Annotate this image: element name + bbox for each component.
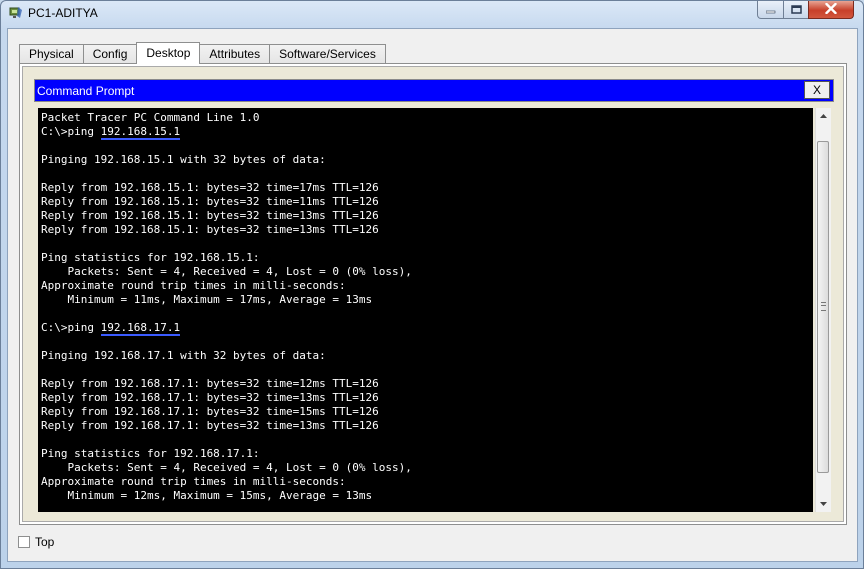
top-checkbox-label: Top	[35, 535, 55, 549]
console-line: Reply from 192.168.17.1: bytes=32 time=1…	[41, 419, 379, 432]
console-scrollbar[interactable]	[815, 108, 831, 512]
console-line: Reply from 192.168.17.1: bytes=32 time=1…	[41, 391, 379, 404]
scroll-down-icon[interactable]	[816, 496, 831, 512]
close-button[interactable]	[808, 1, 854, 19]
console-line: Pinging 192.168.17.1 with 32 bytes of da…	[41, 349, 326, 362]
command-prompt-title: Command Prompt	[37, 84, 135, 98]
console-line: Minimum = 11ms, Maximum = 17ms, Average …	[41, 293, 373, 306]
minimize-icon	[765, 4, 776, 16]
maximize-icon	[790, 4, 802, 16]
tab-physical[interactable]: Physical	[19, 44, 84, 64]
pinged-ip-address: 192.168.15.1	[100, 125, 181, 140]
scrollbar-thumb[interactable]	[817, 141, 829, 473]
console-line: Reply from 192.168.15.1: bytes=32 time=1…	[41, 181, 379, 194]
console-line: Reply from 192.168.15.1: bytes=32 time=1…	[41, 223, 379, 236]
prompt-prefix: C:\>ping	[41, 125, 101, 138]
top-option: Top	[18, 535, 54, 549]
pinged-ip-address: 192.168.17.1	[100, 321, 181, 336]
maximize-button[interactable]	[783, 1, 809, 19]
console-line: Reply from 192.168.15.1: bytes=32 time=1…	[41, 195, 379, 208]
console-line: C:\>ping 192.168.17.1	[41, 321, 412, 336]
title-bar[interactable]: PC1-ADITYA	[0, 0, 864, 28]
window-client-area: Physical Config Desktop Attributes Softw…	[7, 28, 858, 562]
tab-software-services[interactable]: Software/Services	[269, 44, 386, 64]
console-line: Approximate round trip times in milli-se…	[41, 475, 346, 488]
command-prompt-close-button[interactable]: X	[804, 81, 830, 99]
desktop-area: Command Prompt X Packet Tracer PC Comman…	[22, 66, 844, 522]
grip-icon	[821, 302, 826, 311]
command-prompt-title-bar: Command Prompt X	[34, 79, 834, 102]
console-line: Approximate round trip times in milli-se…	[41, 279, 346, 292]
tab-attributes[interactable]: Attributes	[199, 44, 271, 64]
console-output: Packet Tracer PC Command Line 1.0 C:\>pin…	[41, 111, 412, 503]
console-line: Packet Tracer PC Command Line 1.0	[41, 111, 260, 124]
minimize-button[interactable]	[757, 1, 784, 19]
packet-tracer-pc-icon	[9, 6, 23, 20]
command-console[interactable]: Packet Tracer PC Command Line 1.0 C:\>pin…	[38, 108, 813, 512]
console-line: Reply from 192.168.17.1: bytes=32 time=1…	[41, 377, 379, 390]
console-line: Packets: Sent = 4, Received = 4, Lost = …	[41, 265, 412, 278]
window-title: PC1-ADITYA	[28, 6, 98, 20]
console-line: C:\>ping 192.168.15.1	[41, 125, 412, 140]
console-line: Minimum = 12ms, Maximum = 15ms, Average …	[41, 489, 373, 502]
console-line: Ping statistics for 192.168.17.1:	[41, 447, 260, 460]
top-checkbox[interactable]	[18, 536, 30, 548]
prompt-prefix: C:\>ping	[41, 321, 101, 334]
desktop-tab-panel: Command Prompt X Packet Tracer PC Comman…	[19, 63, 847, 525]
console-line: Reply from 192.168.15.1: bytes=32 time=1…	[41, 209, 379, 222]
console-line: Packets: Sent = 4, Received = 4, Lost = …	[41, 461, 412, 474]
console-line: Pinging 192.168.15.1 with 32 bytes of da…	[41, 153, 326, 166]
tab-config[interactable]: Config	[82, 44, 138, 64]
console-line: Ping statistics for 192.168.15.1:	[41, 251, 260, 264]
scroll-up-icon[interactable]	[816, 108, 831, 124]
tab-strip: Physical Config Desktop Attributes Softw…	[19, 42, 386, 64]
close-icon	[825, 2, 837, 16]
tab-desktop[interactable]: Desktop	[136, 42, 201, 64]
console-line: Reply from 192.168.17.1: bytes=32 time=1…	[41, 405, 379, 418]
